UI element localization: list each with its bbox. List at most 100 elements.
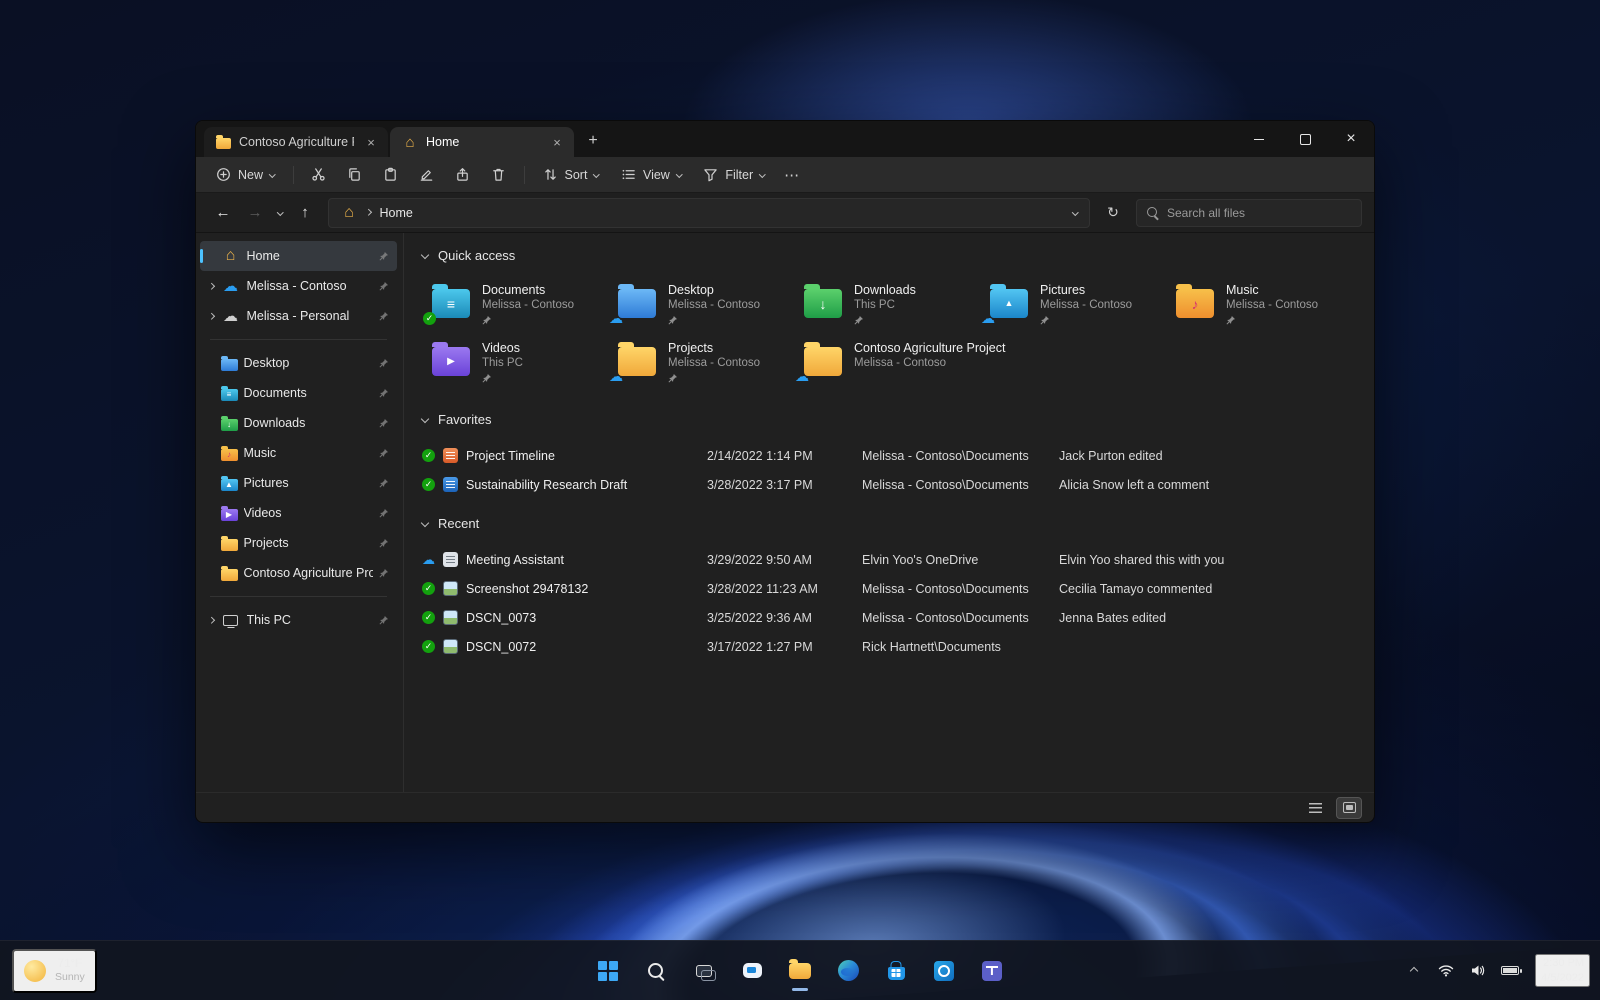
file-row[interactable]: Project Timeline 2/14/2022 1:14 PM Melis… (422, 441, 1360, 470)
clock[interactable]: 2:30 PM 4/5/2022 (1535, 954, 1590, 987)
file-explorer-button[interactable] (780, 949, 820, 993)
task-view-icon (696, 964, 716, 981)
paste-button[interactable] (374, 160, 408, 190)
explorer-tab[interactable]: Home (390, 127, 574, 157)
rename-button[interactable] (410, 160, 444, 190)
see-more-button[interactable] (777, 160, 807, 190)
collapse-chevron-icon[interactable] (420, 414, 430, 424)
explorer-tab[interactable]: Contoso Agriculture Project (204, 127, 388, 157)
recent-locations-button[interactable] (272, 199, 288, 227)
quick-access-header[interactable]: Quick access (420, 241, 1360, 269)
pin-icon (379, 358, 389, 368)
forward-button[interactable] (240, 199, 270, 227)
pin-icon (1040, 315, 1132, 325)
sidebar-item[interactable]: Downloads (200, 408, 397, 438)
sidebar-item-label: Melissa - Contoso (246, 279, 347, 293)
sort-button[interactable]: Sort (533, 160, 609, 190)
search-box[interactable] (1136, 198, 1362, 227)
window-body: Home Melissa - Contoso (196, 233, 1374, 792)
view-button[interactable]: View (611, 160, 691, 190)
filter-button[interactable]: Filter (693, 160, 774, 190)
chevron-right-icon (365, 209, 372, 216)
copy-button[interactable] (338, 160, 372, 190)
quick-access-tile[interactable]: Contoso Agriculture Project Melissa - Co… (794, 335, 1005, 389)
sidebar-item[interactable]: Pictures (200, 468, 397, 498)
quick-access-tile[interactable]: Desktop Melissa - Contoso (608, 277, 794, 331)
file-row[interactable]: DSCN_0072 3/17/2022 1:27 PM Rick Hartnet… (422, 632, 1360, 661)
maximize-button[interactable] (1282, 121, 1328, 157)
large-thumbnails-view-button[interactable] (1336, 796, 1362, 819)
synced-status-icon (422, 449, 435, 462)
refresh-button[interactable] (1098, 199, 1128, 227)
expand-chevron-icon[interactable] (208, 282, 215, 290)
volume-icon (1471, 965, 1484, 976)
new-tab-button[interactable] (580, 128, 606, 154)
sidebar-item[interactable]: Melissa - Contoso (200, 271, 397, 301)
sidebar-item[interactable]: Music (200, 438, 397, 468)
volume-button[interactable] (1467, 956, 1489, 986)
address-dropdown-chevron[interactable] (1071, 209, 1078, 216)
file-row[interactable]: DSCN_0073 3/25/2022 9:36 AM Melissa - Co… (422, 603, 1360, 632)
cloud-status-icon (422, 553, 435, 566)
expand-chevron-icon[interactable] (208, 312, 215, 320)
folder-glyph (804, 342, 842, 376)
edge-button[interactable] (828, 949, 868, 993)
favorites-header[interactable]: Favorites (420, 405, 1360, 433)
quick-access-tile[interactable]: Videos This PC (422, 335, 608, 389)
share-icon (457, 168, 468, 181)
start-button[interactable] (588, 949, 628, 993)
file-row[interactable]: Sustainability Research Draft 3/28/2022 … (422, 470, 1360, 499)
sidebar-item[interactable]: Documents (200, 378, 397, 408)
tab-close-icon[interactable] (548, 133, 566, 151)
sidebar-item[interactable]: Melissa - Personal (200, 301, 397, 331)
quick-access-tile[interactable]: Music Melissa - Contoso (1166, 277, 1352, 331)
search-input[interactable] (1167, 205, 1351, 220)
wifi-button[interactable] (1435, 956, 1457, 986)
up-button[interactable] (290, 199, 320, 227)
tab-close-icon[interactable] (362, 133, 380, 151)
minimize-button[interactable] (1236, 121, 1282, 157)
folder-icon (618, 342, 656, 381)
new-button[interactable]: New (206, 160, 285, 190)
sidebar-item[interactable]: Contoso Agriculture Project (200, 558, 397, 588)
search-taskbar-button[interactable] (636, 949, 676, 993)
file-icon (443, 448, 458, 463)
collapse-chevron-icon[interactable] (420, 250, 430, 260)
close-button[interactable] (1328, 121, 1374, 157)
breadcrumb[interactable]: Home (380, 206, 413, 220)
collapse-chevron-icon[interactable] (420, 518, 430, 528)
details-view-button[interactable] (1302, 797, 1328, 819)
folder-glyph (990, 284, 1028, 318)
store-button[interactable] (876, 949, 916, 993)
quick-access-tile[interactable]: Downloads This PC (794, 277, 980, 331)
quick-access-tile[interactable]: Documents Melissa - Contoso (422, 277, 608, 331)
sidebar-item[interactable]: Videos (200, 498, 397, 528)
back-button[interactable] (208, 199, 238, 227)
large-thumbnails-view-icon (1342, 802, 1356, 813)
trash-icon (493, 168, 504, 181)
divider (210, 596, 387, 597)
weather-widget[interactable]: 71°F Sunny (12, 948, 97, 993)
file-row[interactable]: Screenshot 29478132 3/28/2022 11:23 AM M… (422, 574, 1360, 603)
delete-button[interactable] (482, 160, 516, 190)
chat-button[interactable] (732, 949, 772, 993)
quick-access-tile[interactable]: Pictures Melissa - Contoso (980, 277, 1166, 331)
outlook-button[interactable] (924, 949, 964, 993)
cut-button[interactable] (302, 160, 336, 190)
share-button[interactable] (446, 160, 480, 190)
hidden-icons-button[interactable] (1403, 956, 1425, 986)
sidebar-item[interactable]: Desktop (200, 348, 397, 378)
sidebar-item[interactable]: Projects (200, 528, 397, 558)
recent-header[interactable]: Recent (420, 509, 1360, 537)
tile-name: Projects (668, 341, 714, 355)
address-breadcrumb-bar[interactable]: Home (328, 197, 1090, 228)
expand-chevron-icon[interactable] (208, 616, 215, 624)
sidebar-item[interactable]: This PC (200, 605, 397, 635)
sidebar-item[interactable]: Home (200, 241, 397, 271)
file-row[interactable]: Meeting Assistant 3/29/2022 9:50 AM Elvi… (422, 545, 1360, 574)
task-view-button[interactable] (684, 949, 724, 993)
quick-access-tile[interactable]: Projects Melissa - Contoso (608, 335, 794, 389)
pin-icon (379, 418, 389, 428)
battery-button[interactable] (1499, 956, 1522, 986)
teams-button[interactable] (972, 949, 1012, 993)
